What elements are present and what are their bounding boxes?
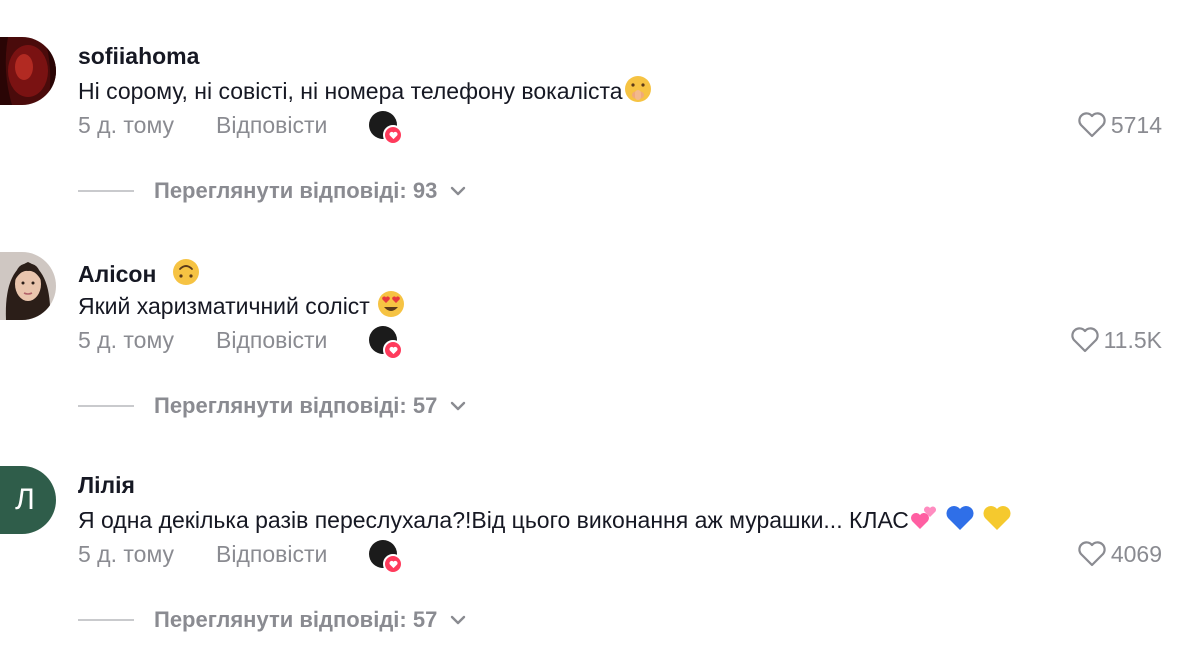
comment-item: Л Лілія Я одна декілька разів переслухал… xyxy=(0,429,1200,632)
chevron-down-icon xyxy=(451,615,466,625)
like-button[interactable]: 4069 xyxy=(1077,539,1162,569)
chevron-down-icon xyxy=(451,186,466,196)
comment-item: Алісон Який харизматичний соліст 5 д. то… xyxy=(0,215,1200,418)
divider-line xyxy=(78,405,134,407)
chevron-down-icon xyxy=(451,401,466,411)
reply-button[interactable]: Відповісти xyxy=(216,539,327,569)
comment-text-content: Я одна декілька разів переслухала?!Від ц… xyxy=(78,507,909,533)
comment-text: Ні сорому, ні совісті, ні номера телефон… xyxy=(78,74,653,111)
heart-eyes-emoji-icon xyxy=(376,289,406,326)
yellow-heart-emoji-icon xyxy=(982,503,1012,540)
comment-time: 5 д. тому xyxy=(78,112,175,138)
divider-line xyxy=(78,619,134,621)
avatar[interactable] xyxy=(0,37,56,105)
comment-text-content: Який харизматичний соліст xyxy=(78,293,370,319)
creator-liked-badge xyxy=(369,111,404,145)
reply-button[interactable]: Відповісти xyxy=(216,325,327,355)
avatar[interactable]: Л xyxy=(0,466,56,534)
avatar[interactable] xyxy=(0,252,56,320)
comment-meta: 5 д. тому Відповісти xyxy=(78,539,404,574)
comment-time: 5 д. тому xyxy=(78,541,175,567)
like-count: 4069 xyxy=(1110,541,1162,567)
view-replies-button[interactable]: Переглянути відповіді: 57 xyxy=(78,607,467,633)
comment-username: Алісон xyxy=(78,257,201,293)
divider-line xyxy=(78,190,134,192)
like-button[interactable]: 11.5K xyxy=(1070,325,1162,355)
like-count: 11.5K xyxy=(1103,327,1162,353)
shushing-face-emoji-icon xyxy=(623,74,653,111)
view-replies-label: Переглянути відповіді: 93 xyxy=(154,178,438,203)
heart-outline-icon xyxy=(1078,541,1106,567)
view-replies-label: Переглянути відповіді: 57 xyxy=(154,393,438,418)
heart-badge-icon xyxy=(383,125,404,145)
comment-username[interactable]: Лілія xyxy=(78,471,135,499)
creator-liked-badge xyxy=(369,326,404,360)
two-hearts-emoji-icon xyxy=(909,503,939,540)
comment-text: Який харизматичний соліст xyxy=(78,289,406,326)
upside-down-face-emoji-icon xyxy=(171,257,201,293)
view-replies-button[interactable]: Переглянути відповіді: 93 xyxy=(78,178,467,204)
blue-heart-emoji-icon xyxy=(945,503,975,540)
reply-button[interactable]: Відповісти xyxy=(216,110,327,140)
view-replies-label: Переглянути відповіді: 57 xyxy=(154,607,438,632)
heart-badge-icon xyxy=(383,554,404,574)
comment-meta: 5 д. тому Відповісти xyxy=(78,325,404,360)
heart-badge-icon xyxy=(383,340,404,360)
heart-outline-icon xyxy=(1078,112,1106,138)
comment-meta: 5 д. тому Відповісти xyxy=(78,110,404,145)
view-replies-button[interactable]: Переглянути відповіді: 57 xyxy=(78,393,467,419)
comment-text: Я одна декілька разів переслухала?!Від ц… xyxy=(78,503,1012,540)
like-button[interactable]: 5714 xyxy=(1077,110,1162,140)
comment-time: 5 д. тому xyxy=(78,327,175,353)
heart-outline-icon xyxy=(1070,327,1099,353)
comment-username-text[interactable]: Алісон xyxy=(78,261,156,287)
comment-username[interactable]: sofiiahoma xyxy=(78,42,199,70)
like-count: 5714 xyxy=(1110,112,1162,138)
comment-text-content: Ні сорому, ні совісті, ні номера телефон… xyxy=(78,78,623,104)
creator-liked-badge xyxy=(369,540,404,574)
comment-item: sofiiahoma Ні сорому, ні совісті, ні ном… xyxy=(0,0,1200,203)
